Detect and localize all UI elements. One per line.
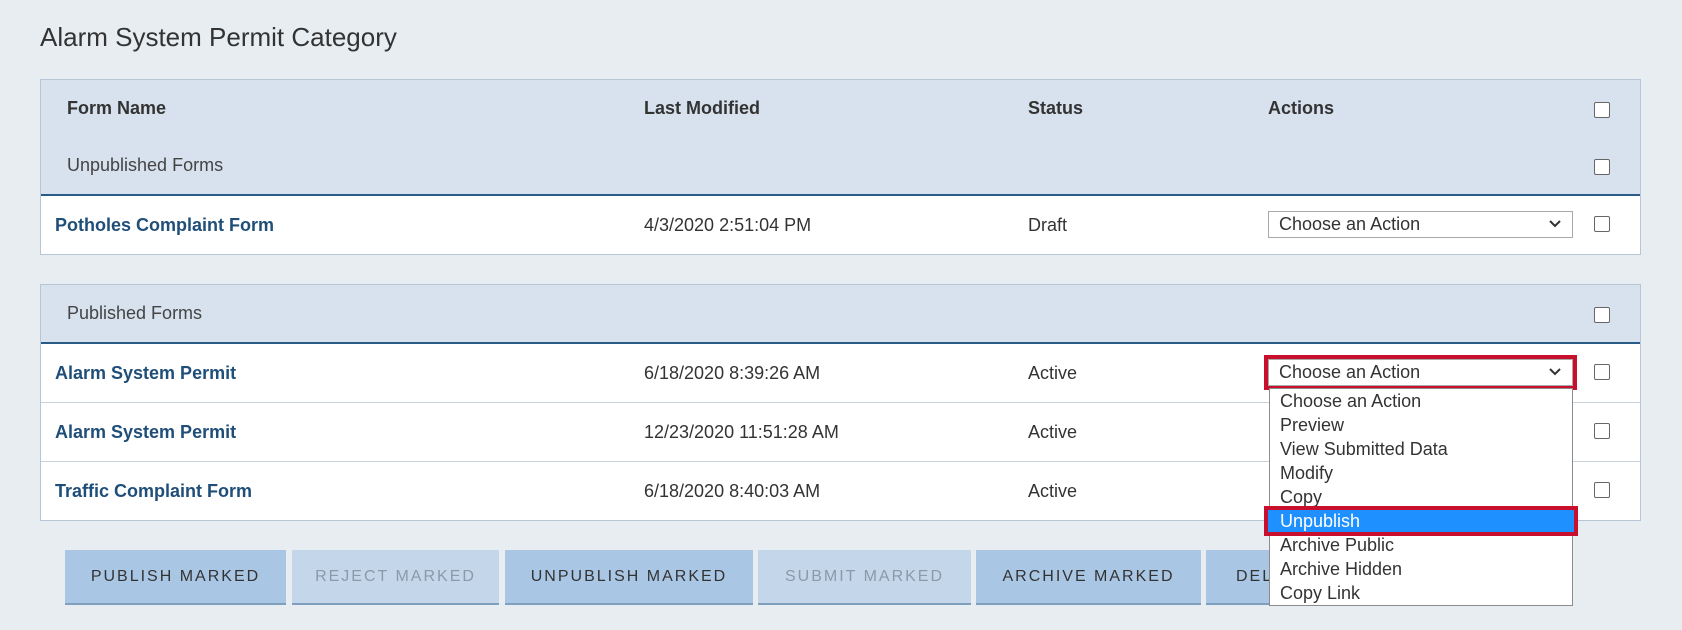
status-cell: Active (1028, 480, 1078, 501)
form-name-link[interactable]: Alarm System Permit (55, 422, 236, 443)
status-cell: Active (1028, 362, 1078, 383)
unpublished-forms-table: Form Name Last Modified Status Actions U… (40, 79, 1641, 255)
form-name-link[interactable]: Potholes Complaint Form (55, 215, 274, 236)
column-header-status: Status (1028, 98, 1084, 118)
column-header-last-modified: Last Modified (644, 98, 760, 118)
dropdown-option-choose[interactable]: Choose an Action (1270, 389, 1572, 413)
dropdown-option-archive-public[interactable]: Archive Public (1270, 533, 1572, 557)
action-select-value: Choose an Action (1279, 362, 1421, 382)
action-dropdown-list: Choose an Action Preview View Submitted … (1264, 388, 1578, 606)
section-label-published: Published Forms (67, 303, 203, 323)
unpublished-section-header: Unpublished Forms (41, 137, 1640, 194)
select-unpublished-checkbox[interactable] (1594, 159, 1610, 175)
table-header-row: Form Name Last Modified Status Actions (41, 80, 1640, 137)
submit-marked-button[interactable]: SUBMIT MARKED (758, 550, 971, 605)
dropdown-option-archive-hidden[interactable]: Archive Hidden (1270, 557, 1572, 581)
dropdown-option-modify[interactable]: Modify (1270, 461, 1572, 485)
form-name-link[interactable]: Traffic Complaint Form (55, 481, 252, 502)
row-checkbox[interactable] (1594, 482, 1610, 498)
unpublish-marked-button[interactable]: UNPUBLISH MARKED (505, 550, 753, 605)
reject-marked-button[interactable]: REJECT MARKED (292, 550, 499, 605)
publish-marked-button[interactable]: PUBLISH MARKED (65, 550, 286, 605)
last-modified-cell: 6/18/2020 8:39:26 AM (644, 362, 821, 383)
form-name-link[interactable]: Alarm System Permit (55, 363, 236, 384)
action-select[interactable]: Choose an Action (1268, 211, 1573, 238)
last-modified-cell: 6/18/2020 8:40:03 AM (644, 480, 821, 501)
dropdown-option-view-submitted-data[interactable]: View Submitted Data (1270, 437, 1572, 461)
status-cell: Draft (1028, 214, 1068, 235)
page-title: Alarm System Permit Category (40, 22, 397, 52)
row-checkbox[interactable] (1594, 364, 1610, 380)
status-cell: Active (1028, 421, 1078, 442)
dropdown-option-preview[interactable]: Preview (1270, 413, 1572, 437)
dropdown-option-unpublish[interactable]: Unpublish (1264, 506, 1578, 536)
column-header-actions: Actions (1268, 98, 1335, 118)
published-section-header: Published Forms (41, 285, 1640, 342)
last-modified-cell: 4/3/2020 2:51:04 PM (644, 214, 812, 235)
row-checkbox[interactable] (1594, 216, 1610, 232)
section-label-unpublished: Unpublished Forms (67, 155, 224, 175)
dropdown-option-copy-link[interactable]: Copy Link (1270, 581, 1572, 605)
column-header-form-name: Form Name (67, 98, 167, 118)
action-select-value: Choose an Action (1279, 214, 1421, 234)
select-all-checkbox[interactable] (1594, 102, 1610, 118)
archive-marked-button[interactable]: ARCHIVE MARKED (976, 550, 1201, 605)
chevron-down-icon (1549, 368, 1561, 376)
table-row: Potholes Complaint Form 4/3/2020 2:51:04… (41, 194, 1640, 254)
chevron-down-icon (1549, 220, 1561, 228)
dropdown-option-copy[interactable]: Copy (1270, 485, 1572, 509)
last-modified-cell: 12/23/2020 11:51:28 AM (644, 421, 839, 442)
row-checkbox[interactable] (1594, 423, 1610, 439)
action-select-open[interactable]: Choose an Action (1264, 355, 1577, 390)
select-published-checkbox[interactable] (1594, 307, 1610, 323)
